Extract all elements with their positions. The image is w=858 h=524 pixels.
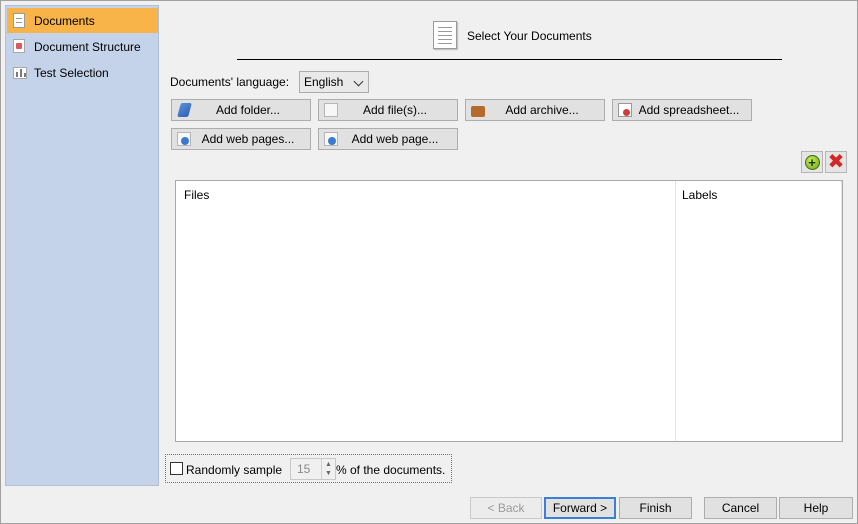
- web-pages-icon: [177, 132, 191, 146]
- sample-percent-value: 15: [297, 462, 311, 476]
- add-archive-button[interactable]: Add archive...: [465, 99, 605, 121]
- sidebar-item-test-selection[interactable]: Test Selection: [7, 60, 158, 85]
- archive-icon: [471, 106, 485, 117]
- spreadsheet-icon: [618, 103, 632, 117]
- language-label: Documents' language:: [170, 75, 290, 89]
- forward-button[interactable]: Forward >: [544, 497, 616, 519]
- cancel-button[interactable]: Cancel: [704, 497, 777, 519]
- add-web-pages-button[interactable]: Add web pages...: [171, 128, 311, 150]
- sample-suffix-label: % of the documents.: [336, 463, 446, 477]
- structure-icon: [13, 38, 27, 55]
- sidebar-item-documents[interactable]: Documents: [7, 8, 158, 33]
- table-edge: [841, 181, 842, 441]
- random-sample-label[interactable]: Randomly sample: [186, 463, 282, 477]
- document-icon: [13, 12, 27, 29]
- column-header-labels[interactable]: Labels: [682, 188, 717, 202]
- add-files-button[interactable]: Add file(s)...: [318, 99, 458, 121]
- sidebar-item-label: Document Structure: [34, 39, 141, 54]
- language-value: English: [304, 75, 344, 89]
- bar-chart-icon: [13, 65, 27, 81]
- sidebar-item-label: Documents: [34, 13, 95, 28]
- files-table[interactable]: Files Labels: [175, 180, 843, 442]
- help-button[interactable]: Help: [779, 497, 853, 519]
- add-spreadsheet-button[interactable]: Add spreadsheet...: [612, 99, 752, 121]
- finish-button[interactable]: Finish: [619, 497, 692, 519]
- document-icon: [433, 21, 457, 49]
- header-divider: [237, 59, 782, 60]
- sidebar-item-label: Test Selection: [34, 65, 109, 80]
- column-header-files[interactable]: Files: [184, 188, 209, 202]
- add-folder-button[interactable]: Add folder...: [171, 99, 311, 121]
- page-title: Select Your Documents: [467, 29, 592, 43]
- stepper-arrows[interactable]: ▲ ▼: [321, 459, 335, 479]
- chevron-down-icon[interactable]: ▼: [325, 470, 332, 477]
- remove-item-button[interactable]: ✖: [825, 151, 847, 173]
- folder-icon: [177, 103, 192, 117]
- sidebar-item-document-structure[interactable]: Document Structure: [7, 34, 158, 59]
- add-item-button[interactable]: +: [801, 151, 823, 173]
- file-icon: [324, 103, 338, 117]
- close-icon: ✖: [827, 151, 845, 173]
- chevron-down-icon: [353, 76, 364, 87]
- plus-icon: +: [804, 154, 820, 170]
- chevron-up-icon[interactable]: ▲: [325, 461, 332, 468]
- language-select[interactable]: English: [299, 71, 369, 93]
- sample-percent-stepper[interactable]: 15 ▲ ▼: [290, 458, 336, 480]
- sidebar: Documents Document Structure Test Select…: [5, 5, 159, 486]
- column-divider[interactable]: [675, 181, 676, 441]
- web-page-icon: [324, 132, 338, 146]
- add-web-page-button[interactable]: Add web page...: [318, 128, 458, 150]
- random-sample-checkbox[interactable]: [170, 462, 183, 475]
- back-button[interactable]: < Back: [470, 497, 542, 519]
